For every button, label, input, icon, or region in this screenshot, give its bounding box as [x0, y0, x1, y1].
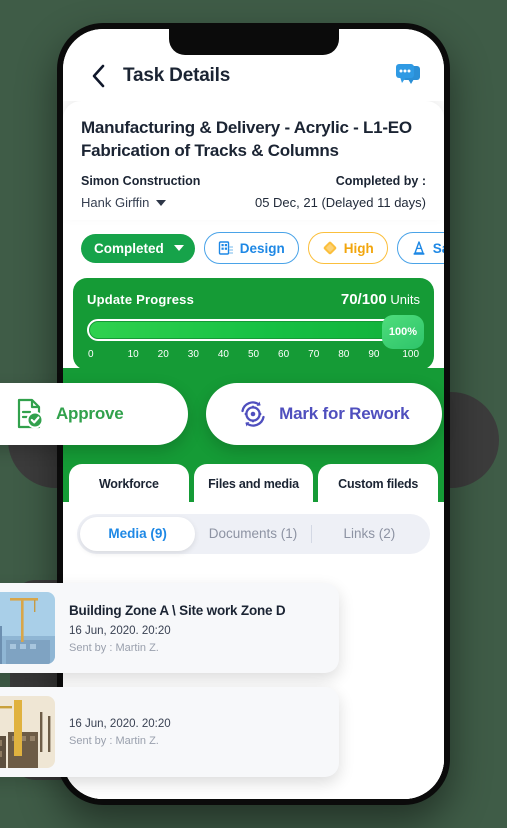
progress-tick: 40: [217, 349, 229, 361]
tab-files-and-media[interactable]: Files and media: [193, 464, 314, 503]
tag-chip-row: Completed Design High S: [63, 220, 444, 279]
media-thumbnail: [0, 592, 55, 664]
media-item-body: Building Zone A \ Site work Zone D 16 Ju…: [69, 603, 330, 654]
action-button-row: Approve Mark for Rework: [0, 383, 442, 445]
approve-button-label: Approve: [55, 404, 124, 423]
progress-slider[interactable]: 100%: [87, 315, 424, 350]
tag-chip-safety[interactable]: Safety: [396, 232, 444, 265]
progress-label: Update Progress: [87, 292, 195, 308]
company-name: Simon Construction: [81, 174, 201, 189]
media-list-item[interactable]: Building Zone A \ Site work Zone D 16 Ju…: [0, 583, 339, 673]
chat-button[interactable]: [394, 63, 422, 89]
task-meta-left: Simon Construction Hank Girffin: [81, 174, 200, 210]
media-item-sender: Sent by : Martin Z.: [69, 734, 159, 747]
progress-tick: 90: [368, 349, 380, 361]
progress-tick: 80: [338, 349, 350, 361]
media-thumbnail: [0, 696, 55, 768]
document-check-icon: [17, 398, 44, 429]
completed-by-value: 05 Dec, 21 (Delayed 11 days): [254, 195, 426, 211]
subtab-documents[interactable]: Documents (1): [195, 517, 310, 551]
back-button[interactable]: [85, 63, 111, 89]
media-item-sender: Sent by : Martin Z.: [69, 641, 159, 654]
media-list: Building Zone A \ Site work Zone D 16 Ju…: [0, 583, 339, 791]
subtab-media[interactable]: Media (9): [80, 517, 196, 552]
chat-bubble-icon: [396, 64, 420, 84]
status-chip-completed[interactable]: Completed: [81, 233, 195, 263]
subtab-links[interactable]: Links (2): [312, 517, 427, 551]
mark-for-rework-button[interactable]: Mark for Rework: [205, 383, 442, 445]
media-item-body: 16 Jun, 2020. 20:20 Sent by : Martin Z.: [69, 718, 330, 747]
media-item-date: 16 Jun, 2020. 20:20: [69, 624, 171, 637]
page-title: Task Details: [123, 65, 231, 86]
progress-tick: 30: [187, 349, 199, 361]
subtab-section: Media (9) Documents (1) Links (2): [63, 502, 444, 565]
tab-workforce[interactable]: Workforce: [69, 464, 189, 503]
progress-percent-badge: 100%: [382, 315, 424, 350]
assignee-selector[interactable]: Hank Girffin: [81, 195, 200, 210]
progress-tick: 50: [247, 349, 260, 361]
traffic-cone-icon: [413, 241, 425, 256]
progress-units-suffix: Units: [390, 292, 420, 308]
construction-site-photo: [0, 696, 55, 768]
chevron-left-icon: [92, 64, 104, 88]
media-list-item[interactable]: 16 Jun, 2020. 20:20 Sent by : Martin Z.: [0, 687, 339, 777]
progress-card: Update Progress 70/100 Units 100% 0 10 2…: [73, 278, 434, 371]
progress-ticks: 0 10 20 30 40 50 60 70 80 90 100: [87, 349, 420, 360]
progress-tick: 10: [127, 349, 139, 361]
progress-fill: [90, 322, 417, 339]
chevron-down-icon: [156, 199, 167, 206]
progress-tick: 0: [88, 349, 94, 361]
task-meta-row: Simon Construction Hank Girffin Complete…: [81, 174, 426, 210]
progress-tick: 20: [157, 349, 169, 361]
task-meta-right: Completed by : 05 Dec, 21 (Delayed 11 da…: [255, 174, 426, 210]
phone-notch: [168, 29, 339, 55]
tag-chip-high[interactable]: High: [307, 232, 388, 265]
progress-tick: 70: [308, 349, 320, 361]
gear-refresh-icon: [241, 401, 265, 427]
progress-units-value: 70/100: [340, 291, 387, 309]
tab-custom-fields[interactable]: Custom fileds: [318, 464, 439, 503]
tag-chip-label: High: [343, 240, 374, 256]
status-chip-label: Completed: [94, 240, 164, 256]
progress-tick: 100: [402, 349, 420, 361]
progress-header: Update Progress 70/100 Units: [87, 291, 420, 308]
assignee-name: Hank Girffin: [81, 195, 150, 211]
approve-button[interactable]: Approve: [0, 383, 188, 445]
chevron-down-icon: [173, 245, 184, 252]
blueprint-icon: [218, 241, 233, 255]
subtab-bar: Media (9) Documents (1) Links (2): [77, 514, 430, 555]
progress-tick: 60: [278, 349, 290, 361]
media-item-title: Building Zone A \ Site work Zone D: [69, 602, 286, 618]
task-summary-card: Manufacturing & Delivery - Acrylic - L1-…: [63, 101, 444, 221]
tab-bar: Workforce Files and media Custom fileds: [63, 464, 444, 503]
tag-chip-design[interactable]: Design: [203, 232, 299, 265]
tag-chip-label: Safety: [432, 240, 444, 256]
tag-chip-label: Design: [239, 240, 285, 256]
task-title: Manufacturing & Delivery - Acrylic - L1-…: [81, 118, 412, 160]
media-item-date: 16 Jun, 2020. 20:20: [69, 717, 171, 730]
diamond-icon: [323, 241, 337, 255]
rework-button-label: Mark for Rework: [279, 404, 410, 423]
completed-by-label: Completed by :: [335, 174, 426, 189]
construction-site-photo: [0, 592, 55, 664]
progress-units: 70/100 Units: [341, 291, 420, 308]
